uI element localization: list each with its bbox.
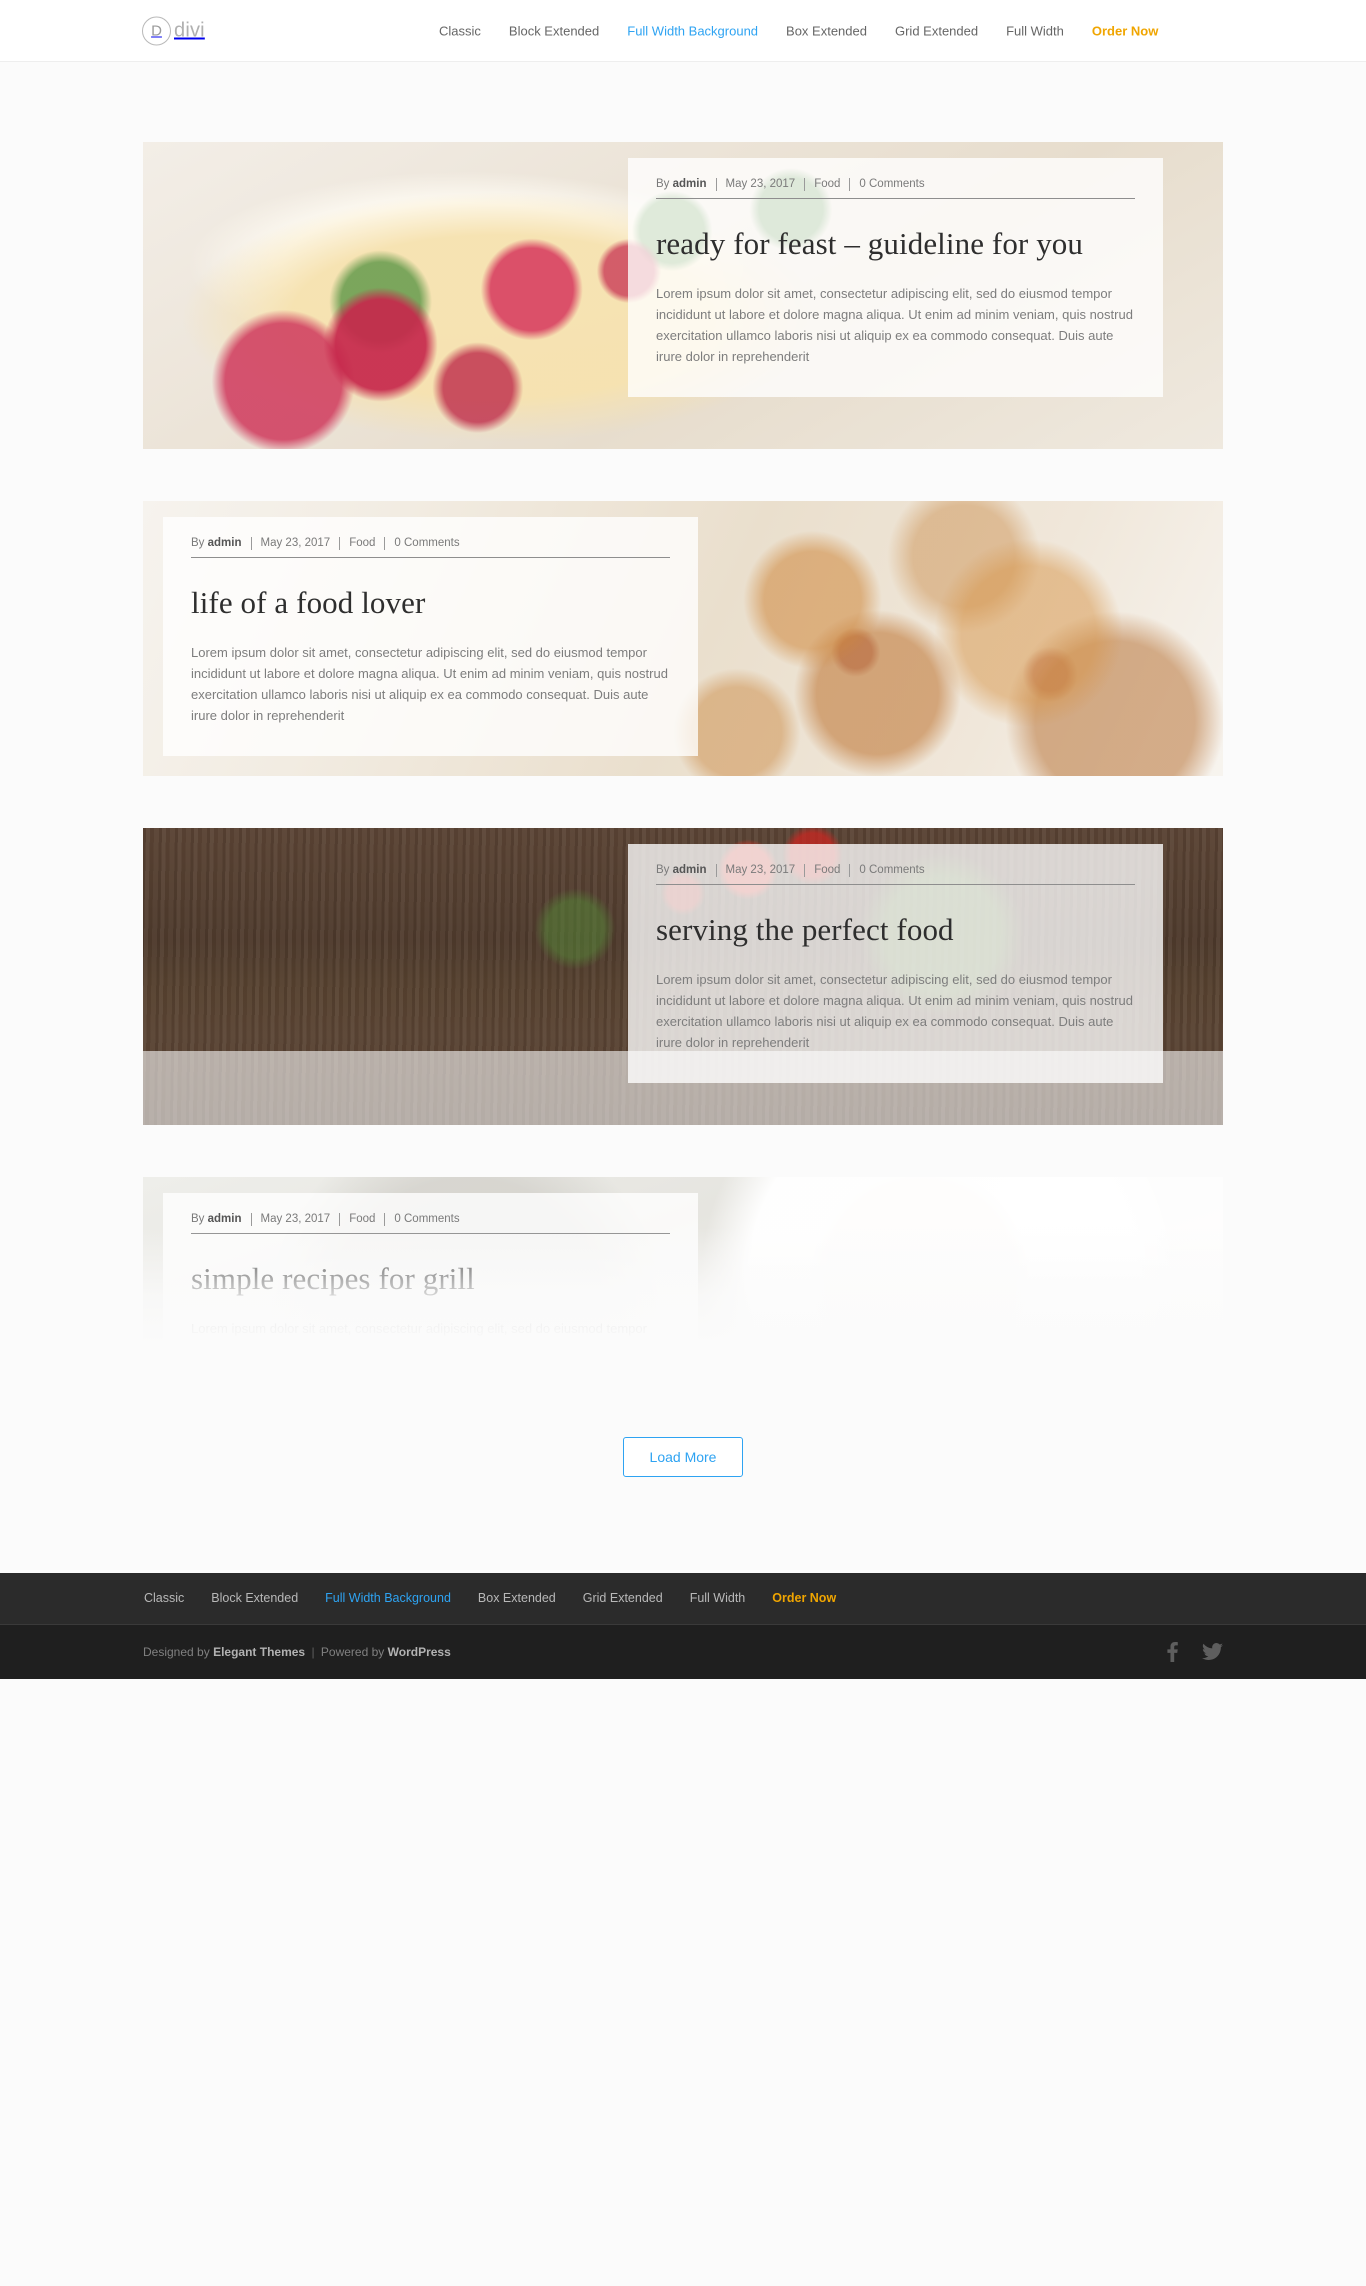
post-comments-count[interactable]: 0 Comments [385,1213,468,1226]
blog-page-body: By admin May 23, 2017 Food 0 Comments re… [0,62,1366,1573]
footer-navigation: Classic Block Extended Full Width Backgr… [143,1592,1223,1605]
twitter-icon[interactable] [1202,1643,1223,1661]
footer-social-links [1167,1642,1223,1662]
post-excerpt: Lorem ipsum dolor sit amet, consectetur … [191,1321,668,1377]
post-author-name: admin [207,536,242,549]
post-excerpt: Lorem ipsum dolor sit amet, consectetur … [656,286,1133,365]
divi-logo-icon[interactable]: D divi [142,16,205,45]
blog-post-list: By admin May 23, 2017 Food 0 Comments re… [143,142,1223,1377]
post-category[interactable]: Food [805,864,849,877]
post-category[interactable]: Food [805,178,849,191]
post-author[interactable]: By admin [656,863,716,877]
post-content-panel: By admin May 23, 2017 Food 0 Comments re… [628,158,1163,398]
nav-item-box-extended[interactable]: Box Extended [772,24,881,37]
post-title[interactable]: life of a food lover [191,584,670,622]
post-author[interactable]: By admin [656,177,716,191]
site-footer: Classic Block Extended Full Width Backgr… [0,1573,1366,1679]
footer-nav-bar: Classic Block Extended Full Width Backgr… [0,1573,1366,1625]
nav-item-classic[interactable]: Classic [425,24,495,37]
post-comments-count[interactable]: 0 Comments [850,864,933,877]
post-meta: By admin May 23, 2017 Food 0 Comments [191,1213,670,1234]
footer-nav-item-grid-extended[interactable]: Grid Extended [583,1592,690,1605]
post-title[interactable]: serving the perfect food [656,911,1135,949]
credit-platform-link[interactable]: WordPress [388,1645,451,1659]
footer-nav-item-box-extended[interactable]: Box Extended [478,1592,583,1605]
post-author-prefix: By [191,1212,205,1225]
nav-item-block-extended[interactable]: Block Extended [495,24,613,37]
blog-post-card[interactable]: By admin May 23, 2017 Food 0 Comments re… [143,142,1223,449]
logo-mark: D [142,16,171,45]
footer-nav-item-block-extended[interactable]: Block Extended [211,1592,325,1605]
post-title[interactable]: simple recipes for grill [191,1260,670,1298]
nav-item-full-width[interactable]: Full Width [992,24,1078,37]
load-more-row: Load More [143,1429,1223,1573]
post-date: May 23, 2017 [260,1212,331,1225]
blog-post-card[interactable]: By admin May 23, 2017 Food 0 Comments se… [143,828,1223,1125]
post-excerpt: Lorem ipsum dolor sit amet, consectetur … [191,645,668,724]
post-author-prefix: By [191,536,205,549]
load-more-button[interactable]: Load More [622,1437,744,1477]
post-content-panel: By admin May 23, 2017 Food 0 Comments si… [163,1193,698,1377]
post-category[interactable]: Food [340,1213,384,1226]
nav-item-grid-extended[interactable]: Grid Extended [881,24,992,37]
post-meta: By admin May 23, 2017 Food 0 Comments [656,864,1135,885]
post-author-name: admin [672,863,707,876]
post-comments-count[interactable]: 0 Comments [850,178,933,191]
primary-navigation: Classic Block Extended Full Width Backgr… [425,24,1172,37]
credit-designed-by: Designed by [143,1645,210,1659]
post-author[interactable]: By admin [191,536,251,550]
facebook-icon[interactable] [1167,1642,1178,1662]
post-content-panel: By admin May 23, 2017 Food 0 Comments se… [628,844,1163,1084]
blog-post-card[interactable]: By admin May 23, 2017 Food 0 Comments li… [143,501,1223,776]
post-author[interactable]: By admin [191,1212,251,1226]
blog-post-card[interactable]: By admin May 23, 2017 Food 0 Comments si… [143,1177,1223,1377]
nav-item-full-width-background[interactable]: Full Width Background [613,24,772,37]
credit-theme-link[interactable]: Elegant Themes [213,1645,305,1659]
post-title[interactable]: ready for feast – guideline for you [656,225,1135,263]
post-comments-count[interactable]: 0 Comments [385,537,468,550]
nav-item-order-now[interactable]: Order Now [1078,24,1172,37]
post-author-prefix: By [656,177,670,190]
footer-credit: Designed by Elegant Themes | Powered by … [143,1646,451,1658]
post-date: May 23, 2017 [725,177,796,190]
site-header: D divi Classic Block Extended Full Width… [0,0,1366,62]
post-author-name: admin [207,1212,242,1225]
post-meta: By admin May 23, 2017 Food 0 Comments [191,537,670,558]
post-content-panel: By admin May 23, 2017 Food 0 Comments li… [163,517,698,757]
post-category[interactable]: Food [340,537,384,550]
footer-nav-item-full-width-background[interactable]: Full Width Background [325,1592,478,1605]
post-author-prefix: By [656,863,670,876]
post-date: May 23, 2017 [725,863,796,876]
footer-bottom-bar: Designed by Elegant Themes | Powered by … [0,1625,1366,1679]
post-meta: By admin May 23, 2017 Food 0 Comments [656,178,1135,199]
footer-nav-item-classic[interactable]: Classic [144,1592,211,1605]
footer-nav-item-full-width[interactable]: Full Width [690,1592,773,1605]
credit-powered-by: Powered by [320,1645,385,1659]
post-date: May 23, 2017 [260,536,331,549]
post-excerpt: Lorem ipsum dolor sit amet, consectetur … [656,972,1133,1051]
footer-nav-item-order-now[interactable]: Order Now [772,1592,863,1605]
logo-text: divi [174,19,205,41]
post-author-name: admin [672,177,707,190]
credit-separator: | [311,1645,315,1659]
footer-bottom: Designed by Elegant Themes | Powered by … [143,1642,1223,1662]
